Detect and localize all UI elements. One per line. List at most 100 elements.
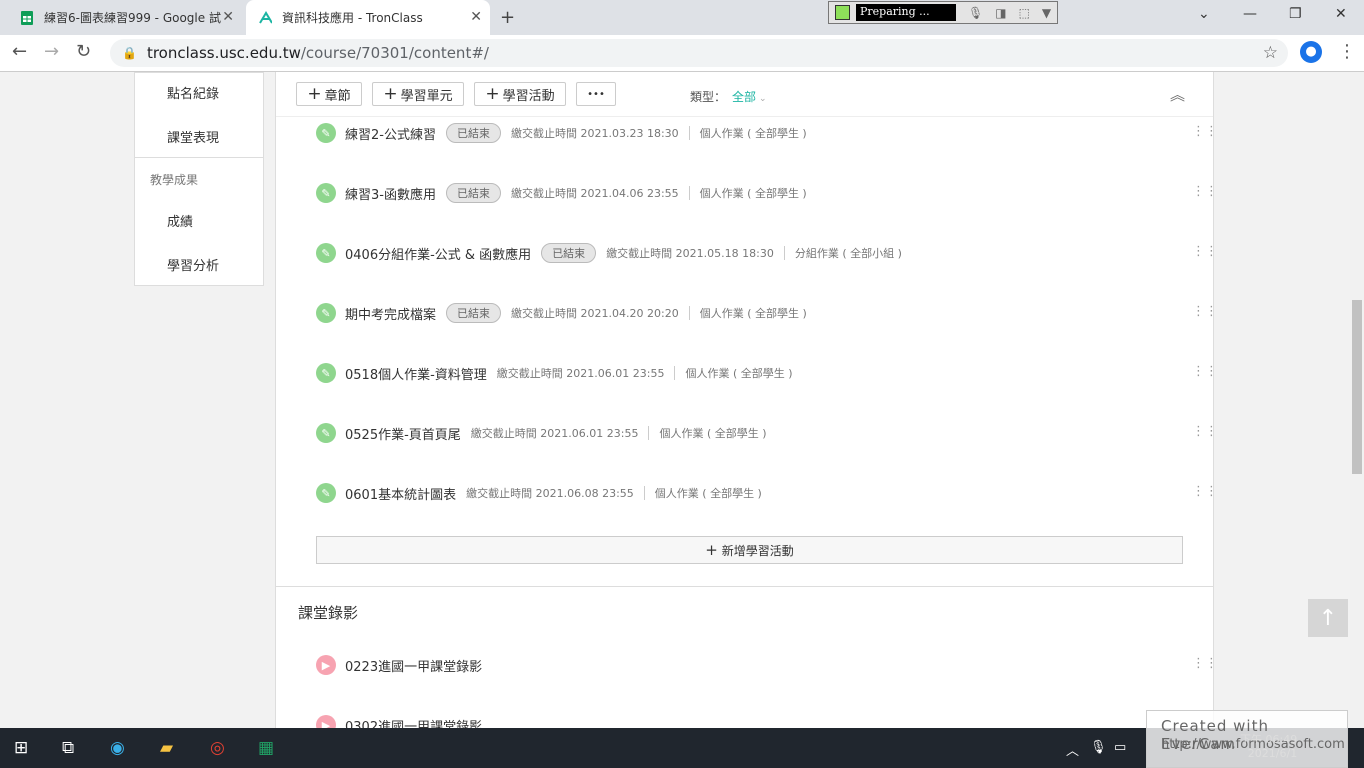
close-tab-icon[interactable]: ✕ bbox=[222, 9, 234, 25]
homework-icon: ✎ bbox=[316, 183, 336, 203]
reload-icon[interactable]: ↻ bbox=[76, 41, 91, 62]
new-activity-button[interactable]: + 新增學習活動 bbox=[316, 536, 1183, 564]
region-select-icon[interactable]: ⬚ bbox=[1019, 6, 1030, 20]
avatar[interactable]: ● bbox=[1300, 41, 1322, 63]
restore-icon[interactable]: ❐ bbox=[1289, 6, 1302, 22]
excel-icon[interactable]: ▦ bbox=[258, 738, 274, 758]
minimize-icon[interactable]: — bbox=[1243, 6, 1257, 22]
list-item[interactable]: ✎ 練習2-公式練習 已結束 繳交截止時間 2021.03.23 18:30 個… bbox=[316, 122, 807, 144]
list-item[interactable]: ✎ 0525作業-頁首頁尾 繳交截止時間 2021.06.01 23:55 個人… bbox=[316, 422, 767, 444]
filter-value: 全部 bbox=[732, 90, 757, 104]
activity-group: 個人作業 ( 全部學生 ) bbox=[699, 307, 807, 320]
list-item[interactable]: ✎ 期中考完成檔案 已結束 繳交截止時間 2021.04.20 20:20 個人… bbox=[316, 302, 807, 324]
activity-name[interactable]: 0601基本統計圖表 bbox=[345, 484, 456, 503]
tray-expand-icon[interactable]: ︿ bbox=[1066, 740, 1079, 759]
type-filter[interactable]: 類型： 全部 ⌄ bbox=[690, 88, 767, 105]
button-label: 新增學習活動 bbox=[721, 543, 794, 558]
camera-off-icon[interactable]: ◨ bbox=[995, 6, 1006, 20]
divider bbox=[783, 246, 785, 260]
plus-icon: + bbox=[705, 541, 718, 559]
activity-name[interactable]: 0406分組作業-公式 & 函數應用 bbox=[345, 244, 531, 263]
forward-icon[interactable]: → bbox=[44, 41, 59, 62]
plus-icon: + bbox=[383, 84, 398, 104]
drag-handle-icon[interactable]: ⋮⋮ bbox=[1192, 364, 1213, 379]
activity-deadline: 繳交截止時間 2021.04.06 23:55 bbox=[510, 187, 679, 200]
collapse-icon[interactable]: ︽ bbox=[1170, 84, 1185, 105]
bookmark-star-icon[interactable]: ☆ bbox=[1263, 43, 1278, 63]
browser-menu-icon[interactable]: ⋮ bbox=[1338, 41, 1356, 62]
windows-start-icon[interactable]: ⊞ bbox=[14, 738, 28, 758]
page-scrollbar[interactable] bbox=[1350, 72, 1364, 728]
homework-icon: ✎ bbox=[316, 423, 336, 443]
sidebar-item-analytics[interactable]: 學習分析 bbox=[167, 255, 219, 274]
back-icon[interactable]: ← bbox=[12, 41, 27, 62]
activity-name[interactable]: 練習3-函數應用 bbox=[345, 184, 436, 203]
list-item[interactable]: ✎ 練習3-函數應用 已結束 繳交截止時間 2021.04.06 23:55 個… bbox=[316, 182, 807, 204]
sidebar-item-grades[interactable]: 成績 bbox=[167, 211, 193, 230]
divider bbox=[643, 486, 645, 500]
list-item[interactable]: ▶ 0302進國一甲課堂錄影 bbox=[316, 714, 492, 728]
homework-icon: ✎ bbox=[316, 243, 336, 263]
drag-handle-icon[interactable]: ⋮⋮ bbox=[1192, 184, 1213, 199]
microphone-tray-icon[interactable]: 🎙 bbox=[1090, 740, 1107, 755]
divider bbox=[674, 366, 676, 380]
new-tab-button[interactable]: + bbox=[500, 7, 515, 28]
add-chapter-button[interactable]: + 章節 bbox=[296, 82, 362, 106]
activity-deadline: 繳交截止時間 2021.06.01 23:55 bbox=[470, 427, 639, 440]
list-item[interactable]: ▶ 0223進國一甲課堂錄影 bbox=[316, 654, 492, 676]
add-unit-button[interactable]: + 學習單元 bbox=[372, 82, 464, 106]
drag-handle-icon[interactable]: ⋮⋮ bbox=[1192, 304, 1213, 319]
list-item[interactable]: ✎ 0518個人作業-資料管理 繳交截止時間 2021.06.01 23:55 … bbox=[316, 362, 793, 384]
activity-group: 個人作業 ( 全部學生 ) bbox=[699, 127, 807, 140]
window-close-icon[interactable]: ✕ bbox=[1335, 6, 1347, 22]
divider bbox=[648, 426, 650, 440]
content-toolbar: + 章節 + 學習單元 + 學習活動 ••• 類型： 全部 ⌄ ︽ bbox=[276, 72, 1213, 117]
edge-icon[interactable]: ◉ bbox=[110, 738, 125, 758]
recording-name[interactable]: 0302進國一甲課堂錄影 bbox=[345, 716, 482, 729]
homework-icon: ✎ bbox=[316, 483, 336, 503]
activity-name[interactable]: 期中考完成檔案 bbox=[345, 304, 436, 323]
chevron-down-icon: ⌄ bbox=[759, 94, 767, 104]
activity-group: 個人作業 ( 全部學生 ) bbox=[659, 427, 767, 440]
tab-google-sheets[interactable]: 練習6-圖表練習999 - Google 試 ✕ bbox=[8, 0, 242, 35]
list-item[interactable]: ✎ 0406分組作業-公式 & 函數應用 已結束 繳交截止時間 2021.05.… bbox=[316, 242, 902, 264]
drag-handle-icon[interactable]: ⋮⋮ bbox=[1192, 244, 1213, 259]
address-bar[interactable]: 🔒 tronclass.usc.edu.tw /course/70301/con… bbox=[110, 39, 1288, 67]
url-path: /course/70301/content#/ bbox=[300, 44, 489, 62]
chrome-icon[interactable]: ◎ bbox=[210, 738, 225, 758]
activity-name[interactable]: 0525作業-頁首頁尾 bbox=[345, 424, 461, 443]
drag-handle-icon[interactable]: ⋮⋮ bbox=[1192, 656, 1213, 671]
close-tab-icon[interactable]: ✕ bbox=[470, 9, 482, 25]
system-clock[interactable]: 下午 06:49 2021/6/1 bbox=[1240, 733, 1297, 761]
tab-tronclass[interactable]: 資訊科技應用 - TronClass ✕ bbox=[246, 0, 490, 35]
microphone-icon[interactable]: 🎙 bbox=[968, 6, 983, 20]
video-icon: ▶ bbox=[316, 715, 336, 728]
clock-time: 下午 06:49 bbox=[1240, 733, 1298, 746]
more-button[interactable]: ••• bbox=[576, 82, 616, 106]
course-sidebar: 點名紀錄 課堂表現 教學成果 成績 學習分析 bbox=[134, 72, 264, 286]
scrollbar-thumb[interactable] bbox=[1352, 300, 1362, 474]
drag-handle-icon[interactable]: ⋮⋮ bbox=[1192, 484, 1213, 499]
activity-group: 個人作業 ( 全部學生 ) bbox=[685, 367, 793, 380]
divider bbox=[688, 186, 690, 200]
task-view-icon[interactable]: ⧉ bbox=[62, 738, 74, 758]
sidebar-item-attendance[interactable]: 點名紀錄 bbox=[167, 83, 219, 102]
sidebar-divider bbox=[135, 157, 263, 158]
status-badge: 已結束 bbox=[445, 183, 501, 203]
file-explorer-icon[interactable]: ▰ bbox=[160, 738, 173, 758]
drag-handle-icon[interactable]: ⋮⋮ bbox=[1192, 424, 1213, 439]
dropdown-arrow-icon[interactable]: ▼ bbox=[1042, 6, 1051, 20]
activity-name[interactable]: 0518個人作業-資料管理 bbox=[345, 364, 487, 383]
add-activity-button[interactable]: + 學習活動 bbox=[474, 82, 566, 106]
back-to-top-button[interactable]: ↑ bbox=[1308, 599, 1348, 637]
activity-deadline: 繳交截止時間 2021.04.20 20:20 bbox=[511, 307, 679, 320]
profile-dropdown-icon[interactable]: ⌄ bbox=[1198, 6, 1210, 22]
sidebar-item-performance[interactable]: 課堂表現 bbox=[167, 127, 219, 146]
activity-name[interactable]: 練習2-公式練習 bbox=[345, 124, 436, 143]
list-item[interactable]: ✎ 0601基本統計圖表 繳交截止時間 2021.06.08 23:55 個人作… bbox=[316, 482, 762, 504]
battery-icon[interactable]: ▭ bbox=[1114, 740, 1126, 755]
recording-name[interactable]: 0223進國一甲課堂錄影 bbox=[345, 656, 482, 675]
drag-handle-icon[interactable]: ⋮⋮ bbox=[1192, 124, 1213, 139]
activity-group: 個人作業 ( 全部學生 ) bbox=[654, 487, 762, 500]
record-indicator-icon bbox=[835, 5, 850, 20]
